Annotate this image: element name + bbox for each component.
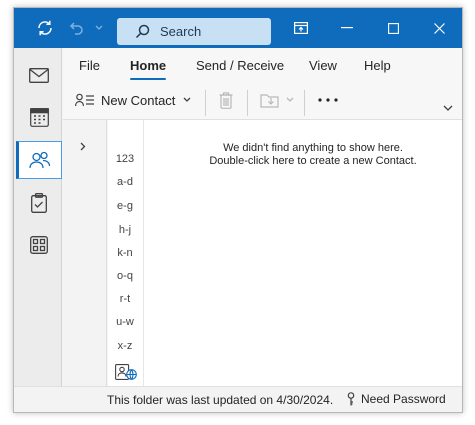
close-button[interactable]: [416, 8, 462, 48]
expand-folder-pane-button[interactable]: [80, 140, 86, 154]
index-u-w[interactable]: u-w: [108, 316, 142, 328]
need-password-label: Need Password: [361, 392, 446, 406]
empty-state-message[interactable]: We didn't find anything to show here. Do…: [168, 142, 458, 168]
need-password-button[interactable]: Need Password: [347, 392, 446, 406]
minimize-button[interactable]: [324, 8, 370, 48]
tab-send-receive[interactable]: Send / Receive: [196, 58, 284, 82]
quick-access-dropdown[interactable]: [90, 8, 108, 48]
index-k-n[interactable]: k-n: [108, 247, 142, 259]
window-mode-icon: [294, 22, 308, 34]
app-bar: [14, 48, 62, 388]
undo-button[interactable]: [60, 8, 94, 48]
more-commands-button[interactable]: [318, 88, 338, 112]
minimize-icon: [341, 27, 353, 29]
tab-help[interactable]: Help: [364, 58, 391, 82]
app-mail[interactable]: [16, 56, 62, 94]
empty-state-line1: We didn't find anything to show here.: [223, 142, 403, 154]
index-e-g[interactable]: e-g: [108, 200, 142, 212]
ribbon-separator: [247, 90, 248, 116]
ribbon-separator: [304, 90, 305, 116]
index-r-t[interactable]: r-t: [108, 293, 142, 305]
delete-button[interactable]: [219, 88, 233, 112]
calendar-icon: [29, 107, 49, 127]
chevron-right-icon: [80, 142, 86, 151]
new-contact-icon: [75, 93, 94, 107]
search-box[interactable]: Search: [117, 18, 271, 45]
title-bar: Search: [14, 8, 462, 48]
search-placeholder: Search: [160, 24, 202, 39]
chevron-down-icon: [95, 25, 103, 30]
outlook-window: Search File Home Send / Receive View Hel…: [13, 7, 463, 413]
sync-button[interactable]: [28, 8, 62, 48]
ribbon-separator: [205, 90, 206, 116]
ribbon-expand-button[interactable]: [443, 96, 453, 120]
index-o-q[interactable]: o-q: [108, 270, 142, 282]
apps-icon: [30, 236, 48, 254]
maximize-button[interactable]: [370, 8, 416, 48]
index-divider: [143, 120, 144, 388]
tasks-icon: [31, 193, 47, 213]
contact-globe-icon: [115, 364, 137, 380]
move-button[interactable]: [260, 88, 294, 112]
tab-view[interactable]: View: [309, 58, 337, 82]
mail-icon: [29, 67, 49, 83]
sync-icon: [38, 20, 52, 36]
chevron-down-icon: [443, 105, 453, 111]
app-tasks[interactable]: [16, 184, 62, 222]
index-h-j[interactable]: h-j: [108, 224, 142, 236]
tab-file[interactable]: File: [79, 58, 100, 82]
people-icon: [29, 151, 51, 169]
chevron-down-icon: [183, 97, 191, 102]
search-icon: [135, 24, 150, 39]
app-more-apps[interactable]: [16, 226, 62, 264]
new-contact-button[interactable]: New Contact: [75, 88, 191, 112]
app-calendar[interactable]: [16, 98, 62, 136]
tab-home[interactable]: Home: [130, 58, 167, 82]
maximize-icon: [387, 22, 399, 34]
contacts-view[interactable]: 123 a-d e-g h-j k-n o-q r-t u-w x-z We d…: [108, 120, 462, 388]
status-last-updated: This folder was last updated on 4/30/202…: [107, 393, 334, 407]
app-people[interactable]: [16, 141, 62, 179]
index-x-z[interactable]: x-z: [108, 340, 142, 352]
trash-icon: [219, 91, 233, 109]
ribbon-tabs: File Home Send / Receive View Help: [63, 58, 462, 82]
coming-soon-button[interactable]: [278, 8, 324, 48]
status-bar: This folder was last updated on 4/30/202…: [14, 386, 462, 412]
more-icon: [318, 98, 338, 102]
move-to-folder-icon: [260, 94, 279, 108]
ribbon: File Home Send / Receive View Help New C…: [63, 48, 462, 120]
empty-state-line2: Double-click here to create a new Contac…: [209, 155, 417, 167]
alphabet-index: 123 a-d e-g h-j k-n o-q r-t u-w x-z: [108, 120, 142, 388]
chevron-down-icon: [286, 97, 294, 102]
key-icon: [347, 392, 355, 406]
folder-pane: [63, 120, 107, 388]
index-a-d[interactable]: a-d: [108, 176, 142, 188]
undo-icon: [69, 22, 83, 35]
close-icon: [433, 22, 445, 34]
new-contact-label: New Contact: [101, 92, 176, 108]
index-123[interactable]: 123: [108, 153, 142, 165]
search-people-button[interactable]: [115, 364, 137, 383]
